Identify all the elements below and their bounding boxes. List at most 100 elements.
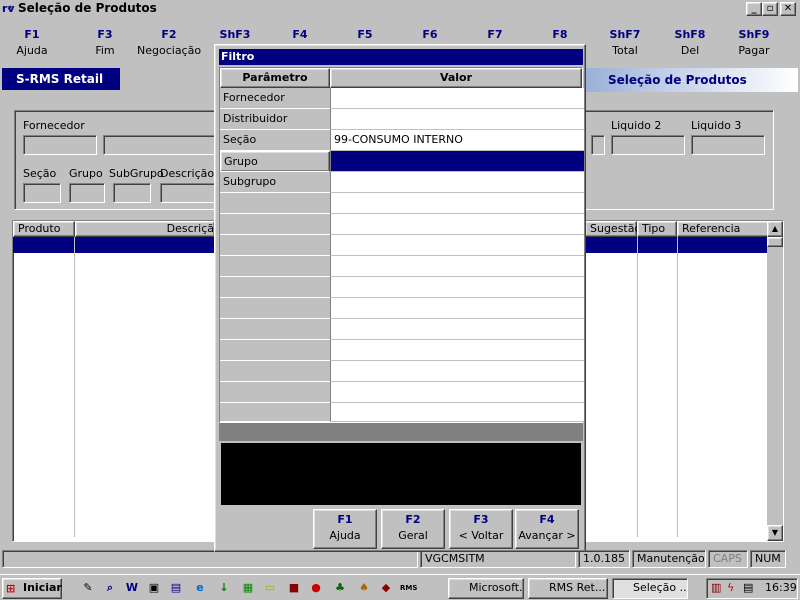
color-wheel-icon[interactable]: ● — [308, 580, 324, 596]
value-empty[interactable] — [330, 193, 584, 214]
status-mode: Manutenção — [632, 550, 706, 568]
value-empty[interactable] — [330, 403, 584, 422]
filter-table: Parâmetro Valor Fornecedor Distribuidor … — [219, 67, 584, 423]
window-title: Seleção de Produtos — [18, 1, 157, 15]
fkey-shf8[interactable]: ShF8 Del — [658, 22, 722, 60]
descricao-field[interactable] — [160, 183, 220, 203]
tray-icon[interactable]: ▤ — [743, 579, 753, 597]
ie-icon[interactable]: e — [192, 580, 208, 596]
system-tray: ▥ ϟ ▤ 16:39 — [706, 578, 798, 599]
fkey-f2[interactable]: F2 Negociação — [137, 22, 201, 60]
word-icon[interactable]: W — [124, 580, 140, 596]
filter-dialog: Filtro Parâmetro Valor Fornecedor Distri… — [214, 44, 586, 552]
explorer-icon[interactable]: ▤ — [168, 580, 184, 596]
tray-icon[interactable]: ▥ — [711, 579, 721, 597]
liquido3-field[interactable] — [691, 135, 765, 155]
value-secao[interactable]: 99-CONSUMO INTERNO — [330, 130, 584, 151]
monitor-icon[interactable]: ▭ — [262, 580, 278, 596]
value-fornecedor[interactable] — [330, 88, 584, 109]
col-produto[interactable]: Produto — [13, 221, 75, 237]
network-icon[interactable]: ▣ — [146, 580, 162, 596]
maximize-button[interactable]: ▫ — [762, 2, 778, 16]
window-titlebar: rⱴ Seleção de Produtos _ ▫ ✕ — [0, 0, 800, 18]
grupo-label: Grupo — [69, 167, 103, 180]
grid-divider — [637, 237, 638, 537]
secao-field[interactable] — [23, 183, 61, 203]
rms-icon[interactable]: RMS — [400, 580, 417, 596]
scroll-thumb[interactable] — [767, 237, 783, 247]
fkey-f3[interactable]: F3 Fim — [73, 22, 137, 60]
message-area — [221, 443, 581, 505]
col-descricao[interactable]: Descriçã — [75, 221, 215, 237]
notepad-icon[interactable]: ✎ — [80, 580, 96, 596]
value-empty[interactable] — [330, 235, 584, 256]
task-selecao[interactable]: Seleção ... — [612, 578, 688, 599]
tray-icon[interactable]: ϟ — [727, 579, 734, 597]
subgrupo-label: SubGrupo — [109, 167, 164, 180]
tool-icon[interactable]: ♠ — [356, 580, 372, 596]
fkey-shf7[interactable]: ShF7 Total — [593, 22, 657, 60]
start-button[interactable]: ⊞ Iniciar — [2, 578, 62, 599]
value-empty[interactable] — [330, 277, 584, 298]
value-empty[interactable] — [330, 256, 584, 277]
app-icon[interactable]: ■ — [286, 580, 302, 596]
scroll-up-icon[interactable]: ▲ — [767, 221, 783, 237]
secao-label: Seção — [23, 167, 57, 180]
grupo-field[interactable] — [69, 183, 105, 203]
col-sugestao[interactable]: Sugestão — [585, 221, 641, 237]
param-secao[interactable]: Seção — [220, 130, 330, 151]
grid-divider — [677, 237, 678, 537]
value-empty[interactable] — [330, 361, 584, 382]
fkey-f1[interactable]: F1 Ajuda — [0, 22, 64, 60]
value-grupo[interactable] — [330, 151, 584, 172]
fornecedor-name-field[interactable] — [103, 135, 223, 155]
param-empty — [220, 319, 330, 340]
liquido3-label: Liquido 3 — [691, 119, 742, 132]
find-icon[interactable]: ⌕ — [102, 580, 118, 596]
app-icon: rⱴ — [2, 2, 15, 15]
subgrupo-field[interactable] — [113, 183, 151, 203]
paint-icon[interactable]: ♣ — [332, 580, 348, 596]
param-empty — [220, 235, 330, 256]
status-module: VGCMSITM — [420, 550, 576, 568]
col-referencia[interactable]: Referencia — [677, 221, 769, 237]
value-empty[interactable] — [330, 340, 584, 361]
status-version: 1.0.185 — [578, 550, 630, 568]
ups-icon[interactable]: ◆ — [378, 580, 394, 596]
clock[interactable]: 16:39 — [765, 579, 797, 597]
param-grupo[interactable]: Grupo — [220, 151, 330, 172]
liquido2-field[interactable] — [611, 135, 685, 155]
param-fornecedor[interactable]: Fornecedor — [220, 88, 330, 109]
param-empty — [220, 340, 330, 361]
value-distribuidor[interactable] — [330, 109, 584, 130]
close-button[interactable]: ✕ — [780, 2, 796, 16]
param-distribuidor[interactable]: Distribuidor — [220, 109, 330, 130]
download-icon[interactable]: ↓ — [216, 580, 232, 596]
liquido1-field[interactable] — [591, 135, 605, 155]
scroll-down-icon[interactable]: ▼ — [767, 525, 783, 541]
vertical-scrollbar[interactable]: ▲ ▼ — [767, 221, 783, 541]
value-empty[interactable] — [330, 214, 584, 235]
task-microsoft[interactable]: Microsoft... — [448, 578, 524, 599]
task-rms-retail[interactable]: RMS Ret... — [528, 578, 608, 599]
ajuda-button[interactable]: F1 Ajuda — [313, 509, 377, 549]
value-empty[interactable] — [330, 382, 584, 403]
fkey-shf9[interactable]: ShF9 Pagar — [722, 22, 786, 60]
status-num: NUM — [750, 550, 786, 568]
grid-divider — [74, 237, 75, 537]
col-tipo[interactable]: Tipo — [637, 221, 677, 237]
taskbar: ⊞ Iniciar ✎ ⌕ W ▣ ▤ e ↓ ▦ ▭ ■ ● ♣ ♠ ◆ RMS… — [0, 574, 800, 600]
value-empty[interactable] — [330, 319, 584, 340]
geral-button[interactable]: F2 Geral — [381, 509, 445, 549]
avancar-button[interactable]: F4 Avançar > — [515, 509, 579, 549]
fornecedor-label: Fornecedor — [23, 119, 85, 132]
value-empty[interactable] — [330, 298, 584, 319]
fornecedor-code-field[interactable] — [23, 135, 97, 155]
minimize-button[interactable]: _ — [746, 2, 762, 16]
voltar-button[interactable]: F3 < Voltar — [449, 509, 513, 549]
grid-app-icon[interactable]: ▦ — [240, 580, 256, 596]
param-empty — [220, 193, 330, 214]
value-subgrupo[interactable] — [330, 172, 584, 193]
param-subgrupo[interactable]: Subgrupo — [220, 172, 330, 193]
param-empty — [220, 403, 330, 422]
